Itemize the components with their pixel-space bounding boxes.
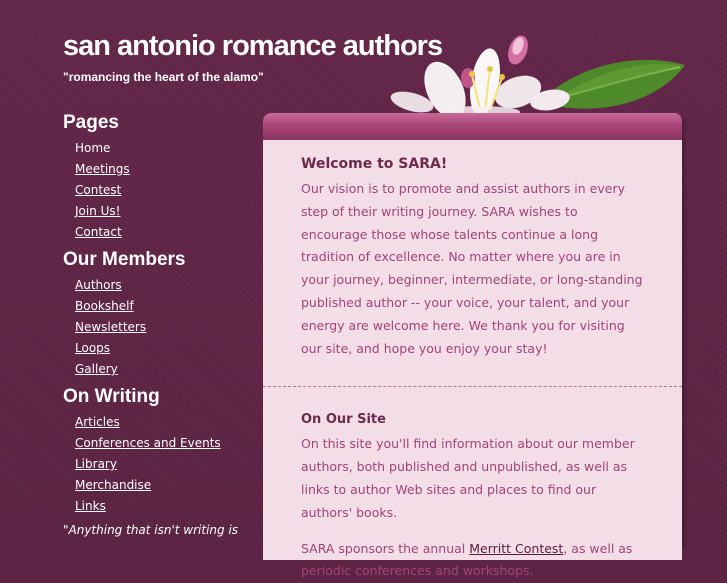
nav-link-home[interactable]: Home (75, 141, 110, 155)
nav-link-newsletters[interactable]: Newsletters (75, 320, 146, 334)
sidebar-nav: Pages Home Meetings Contest Join Us! Con… (63, 110, 253, 537)
on-our-site-heading: On Our Site (301, 412, 386, 428)
main-content: Welcome to SARA! Our vision is to promot… (263, 140, 682, 578)
on-our-site-para1: On this site you'll find information abo… (301, 436, 635, 520)
nav-link-authors[interactable]: Authors (75, 278, 122, 292)
nav-link-merchandise[interactable]: Merchandise (75, 478, 151, 492)
content-shadow (682, 118, 688, 548)
nav-link-bookshelf[interactable]: Bookshelf (75, 299, 134, 313)
nav-link-meetings[interactable]: Meetings (75, 162, 130, 176)
nav-group-title-members: Our Members (63, 249, 186, 270)
site-tagline: "romancing the heart of the alamo" (63, 70, 264, 84)
merritt-contest-link[interactable]: Merritt Contest (469, 541, 563, 556)
nav-group-title-writing: On Writing (63, 386, 160, 407)
nav-link-join-us[interactable]: Join Us! (75, 204, 120, 218)
nav-group-title-pages: Pages (63, 112, 119, 133)
nav-link-articles[interactable]: Articles (75, 415, 120, 429)
welcome-heading: Welcome to SARA! (301, 156, 448, 172)
nav-link-library[interactable]: Library (75, 457, 117, 471)
para2-text-before: SARA sponsors the annual (301, 540, 470, 556)
nav-link-contact[interactable]: Contact (75, 225, 122, 239)
nav-link-gallery[interactable]: Gallery (75, 362, 118, 376)
nav-list-members: Authors Bookshelf Newsletters Loops Gall… (63, 273, 253, 378)
nav-link-links[interactable]: Links (75, 499, 106, 513)
on-our-site-para2: SARA sponsors the annual Merritt Contest… (301, 538, 644, 583)
welcome-body: Our vision is to promote and assist auth… (301, 181, 643, 356)
welcome-section: Welcome to SARA! Our vision is to promot… (263, 140, 682, 360)
nav-list-pages: Home Meetings Contest Join Us! Contact (63, 136, 253, 241)
on-our-site-section: On Our Site On this site you'll find inf… (263, 387, 682, 583)
sidebar-quote: "Anything that isn't writing is (63, 523, 239, 537)
nav-link-conferences[interactable]: Conferences and Events (75, 436, 221, 450)
nav-link-loops[interactable]: Loops (75, 341, 110, 355)
flower-banner-image (390, 35, 685, 119)
nav-list-writing: Articles Conferences and Events Library … (63, 410, 253, 515)
content-header-bar (263, 113, 682, 140)
nav-link-contest[interactable]: Contest (75, 183, 121, 197)
